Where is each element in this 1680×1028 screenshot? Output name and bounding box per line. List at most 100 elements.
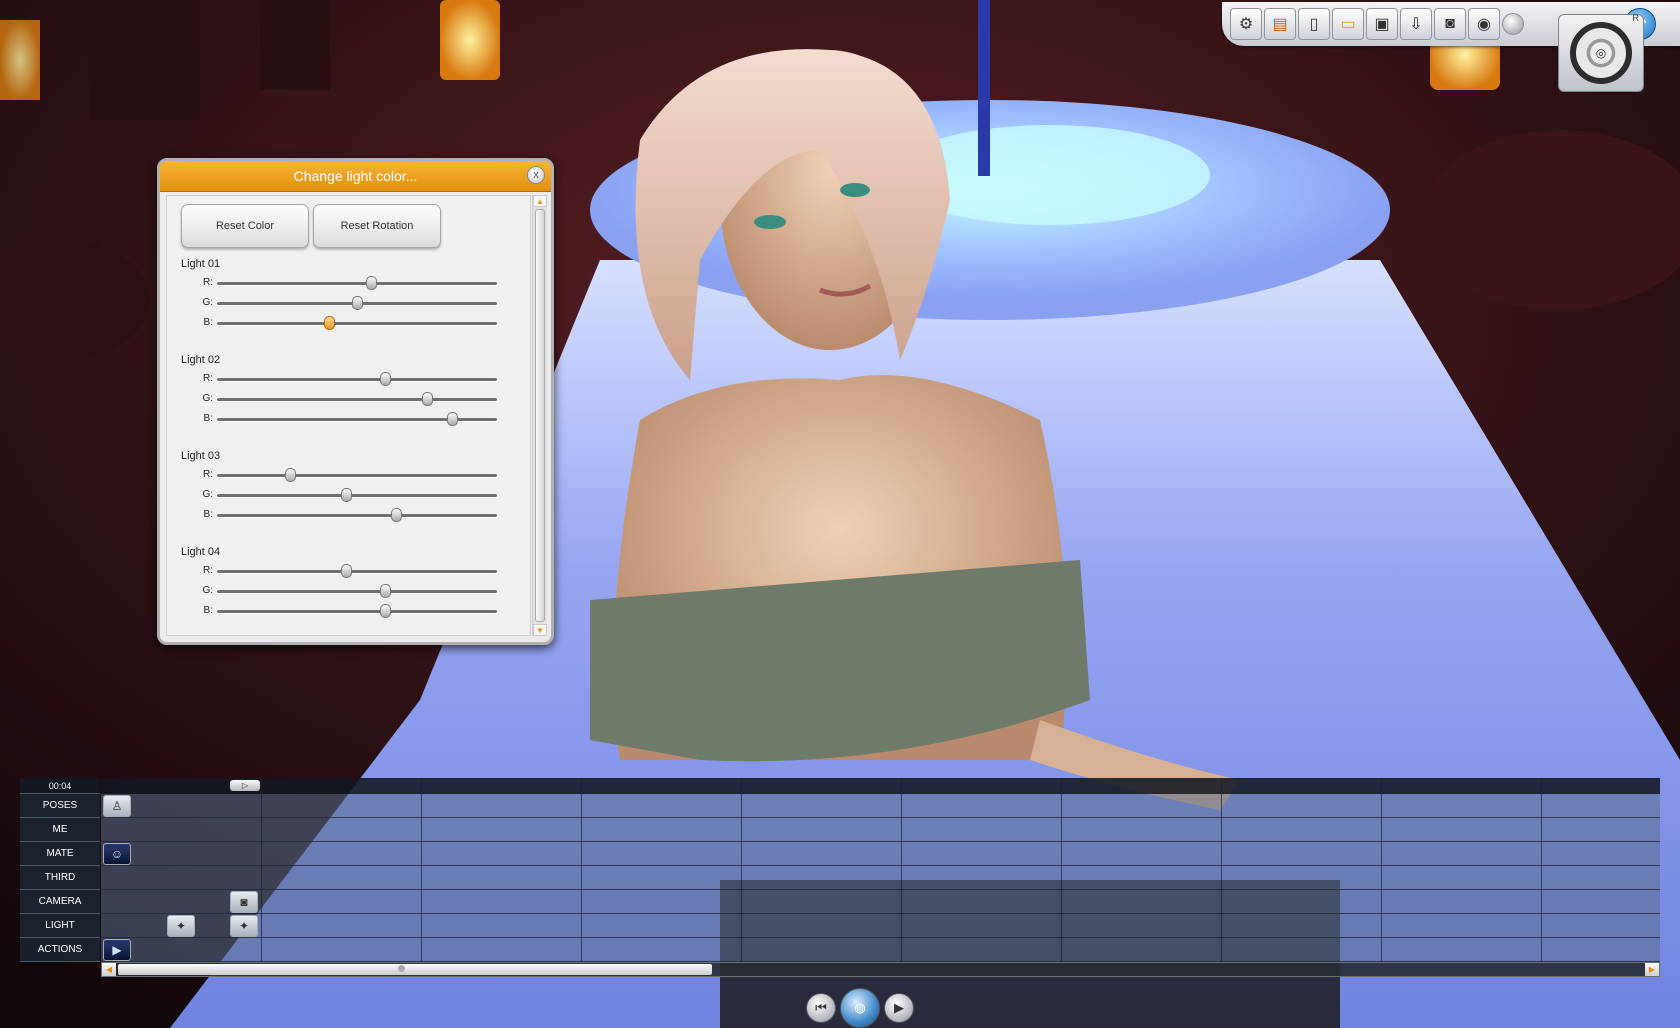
- light-channel-slider[interactable]: R:: [197, 468, 497, 484]
- scroll-down-icon[interactable]: ▼: [533, 624, 547, 636]
- scroll-left-icon[interactable]: ◀: [102, 963, 116, 976]
- timeline-ruler[interactable]: ▷: [101, 778, 1660, 794]
- slider-thumb[interactable]: [340, 564, 352, 578]
- timeline-row-actions[interactable]: ▶: [101, 938, 1660, 962]
- slider-thumb[interactable]: [366, 276, 377, 290]
- slider-track[interactable]: [217, 392, 497, 406]
- timeline-time: 00:04: [20, 778, 100, 794]
- light-keyframe-icon[interactable]: ✦: [167, 915, 195, 937]
- row-label-third: THIRD: [20, 866, 100, 890]
- dialog-scrollbar[interactable]: ▲ ▼: [532, 195, 547, 636]
- timeline-gridline: [261, 778, 262, 962]
- timeline-gridline: [1061, 778, 1062, 962]
- playback-controls: ⏮ ◍ ▶: [806, 988, 914, 1028]
- slider-track[interactable]: [217, 276, 497, 290]
- light-channel-slider[interactable]: R:: [197, 372, 497, 388]
- channel-label: R:: [203, 565, 213, 576]
- tools-icon[interactable]: ⚙: [1230, 8, 1262, 40]
- light-channel-slider[interactable]: G:: [197, 584, 497, 600]
- camera-rotate-ring[interactable]: ◎: [1570, 22, 1632, 84]
- channel-label: G:: [202, 297, 213, 308]
- rewind-icon[interactable]: ⏮: [806, 993, 836, 1023]
- pose-keyframe-icon[interactable]: ♙: [103, 795, 131, 817]
- slider-track[interactable]: [217, 296, 497, 310]
- new-page-icon[interactable]: ▯: [1298, 8, 1330, 40]
- slider-track[interactable]: [217, 584, 497, 598]
- timeline-row-camera[interactable]: ◙: [101, 890, 1660, 914]
- light-channel-slider[interactable]: G:: [197, 392, 497, 408]
- timeline-row-mate[interactable]: ☺: [101, 842, 1660, 866]
- mate-keyframe-icon[interactable]: ☺: [103, 843, 131, 865]
- light-keyframe-icon[interactable]: ✦: [230, 915, 258, 937]
- nav-reset-label[interactable]: R: [1633, 13, 1640, 23]
- reset-rotation-button[interactable]: Reset Rotation: [313, 204, 441, 248]
- timeline-gridline: [581, 778, 582, 962]
- slider-track[interactable]: [217, 508, 497, 522]
- light-channel-slider[interactable]: G:: [197, 488, 497, 504]
- row-label-mate: MATE: [20, 842, 100, 866]
- light-channel-slider[interactable]: R:: [197, 564, 497, 580]
- slider-track[interactable]: [217, 604, 497, 618]
- channel-label: G:: [202, 393, 213, 404]
- slider-track[interactable]: [217, 488, 497, 502]
- slider-thumb[interactable]: [422, 392, 433, 406]
- camera-icon[interactable]: ◙: [1434, 8, 1466, 40]
- settings-icon[interactable]: [1502, 13, 1524, 35]
- light-channel-slider[interactable]: B:: [197, 508, 497, 524]
- slider-thumb[interactable]: [284, 468, 296, 482]
- slider-thumb[interactable]: [380, 604, 391, 618]
- slider-thumb[interactable]: [340, 488, 352, 502]
- timeline-row-third[interactable]: [101, 866, 1660, 890]
- row-label-camera: CAMERA: [20, 890, 100, 914]
- slider-track[interactable]: [217, 564, 497, 578]
- dialog-title: Change light color...: [293, 168, 418, 184]
- playhead-marker[interactable]: ▷: [230, 780, 260, 791]
- timeline-row-light[interactable]: ✦ ✦: [101, 914, 1660, 938]
- action-keyframe-icon[interactable]: ▶: [103, 939, 131, 961]
- change-light-color-dialog: Change light color... x Reset Color Rese…: [157, 158, 554, 645]
- light-channel-slider[interactable]: R:: [197, 276, 497, 292]
- channel-label: R:: [203, 373, 213, 384]
- camera-nav-widget[interactable]: R ◎: [1558, 13, 1644, 92]
- reset-color-button[interactable]: Reset Color: [181, 204, 309, 248]
- camera-keyframe-icon[interactable]: ◙: [230, 891, 258, 913]
- globe-icon[interactable]: ◍: [840, 988, 880, 1028]
- timeline-row-poses[interactable]: ♙: [101, 794, 1660, 818]
- slider-thumb[interactable]: [391, 508, 403, 522]
- save-icon[interactable]: ▣: [1366, 8, 1398, 40]
- scroll-thumb[interactable]: [535, 209, 545, 622]
- scroll-up-icon[interactable]: ▲: [533, 195, 547, 207]
- light-channel-slider[interactable]: B:: [197, 604, 497, 620]
- book-icon[interactable]: ▤: [1264, 8, 1296, 40]
- download-icon[interactable]: ⇩: [1400, 8, 1432, 40]
- slider-track[interactable]: [217, 372, 497, 386]
- light-channel-slider[interactable]: G:: [197, 296, 497, 312]
- slider-track[interactable]: [217, 412, 497, 426]
- slider-thumb[interactable]: [324, 316, 335, 330]
- channel-label: B:: [203, 413, 213, 424]
- film-icon[interactable]: ◉: [1468, 8, 1500, 40]
- close-icon[interactable]: x: [527, 166, 545, 184]
- slider-thumb[interactable]: [380, 372, 391, 386]
- slider-thumb[interactable]: [352, 296, 363, 310]
- slider-track[interactable]: [217, 468, 497, 482]
- dialog-titlebar[interactable]: Change light color... x: [160, 161, 551, 192]
- close-glyph: x: [533, 169, 539, 181]
- light-channel-slider[interactable]: B:: [197, 316, 497, 332]
- slider-track[interactable]: [217, 316, 497, 330]
- timeline-row-me[interactable]: [101, 818, 1660, 842]
- dialog-buttons: Reset Color Reset Rotation: [181, 204, 441, 248]
- light-channel-slider[interactable]: B:: [197, 412, 497, 428]
- slider-thumb[interactable]: [447, 412, 459, 426]
- scroll-right-icon[interactable]: ▶: [1645, 963, 1659, 976]
- timeline-scroll-thumb[interactable]: [118, 964, 712, 975]
- slider-thumb[interactable]: [380, 584, 391, 598]
- channel-label: B:: [203, 317, 213, 328]
- play-icon[interactable]: ▶: [884, 993, 914, 1023]
- timeline-grid[interactable]: ▷ ♙ ☺ ◙ ✦ ✦ ▶: [101, 778, 1660, 962]
- camera-center-icon[interactable]: ◎: [1596, 46, 1606, 60]
- timeline-gridline: [901, 778, 902, 962]
- timeline-scrollbar[interactable]: ◀ ▶: [101, 962, 1660, 977]
- folder-icon[interactable]: ▭: [1332, 8, 1364, 40]
- channel-label: R:: [203, 469, 213, 480]
